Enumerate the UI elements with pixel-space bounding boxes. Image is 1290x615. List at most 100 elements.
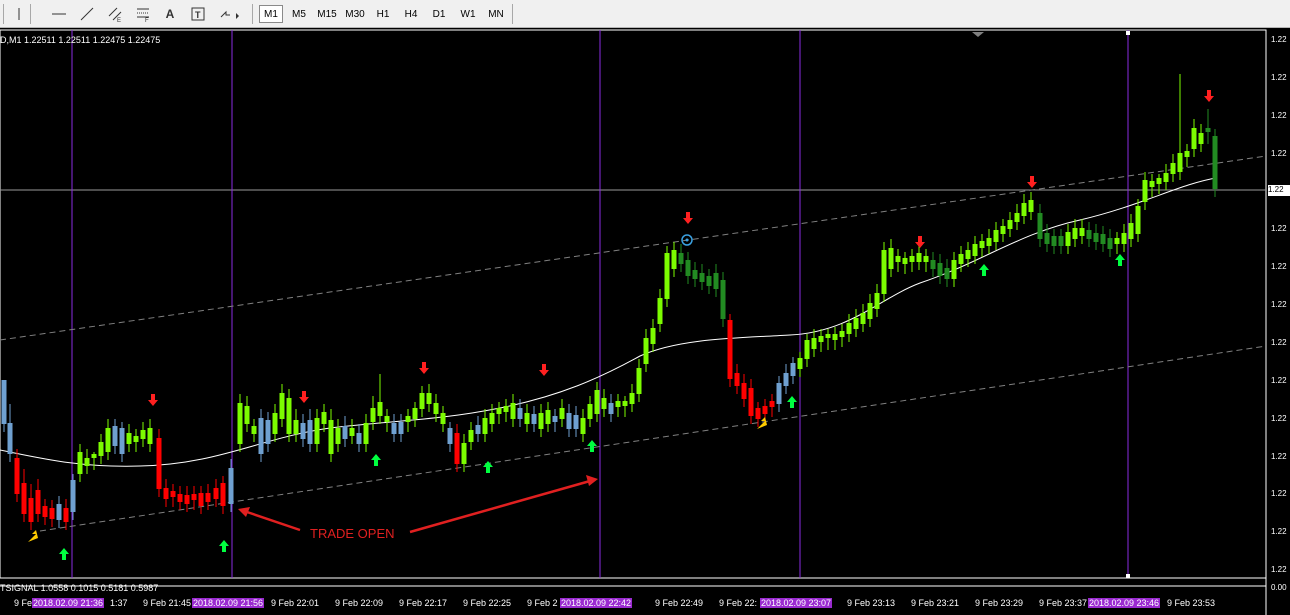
candle-body bbox=[468, 430, 474, 442]
candle-body bbox=[825, 334, 831, 338]
candle-body bbox=[699, 273, 705, 282]
text-icon[interactable]: A bbox=[160, 3, 180, 25]
candle-body bbox=[622, 401, 628, 406]
candle-body bbox=[328, 420, 334, 454]
candle-body bbox=[191, 494, 197, 500]
price-chart[interactable]: D,M1 1.22511 1.22511 1.22475 1.22475 TSI… bbox=[0, 28, 1290, 615]
sell-arrow-icon bbox=[148, 394, 158, 406]
time-label: 1:37 bbox=[110, 598, 128, 608]
candle-body bbox=[979, 241, 985, 248]
candle-body bbox=[91, 454, 97, 458]
toolbar-separator bbox=[30, 4, 31, 24]
candle-body bbox=[49, 508, 55, 519]
candle-body bbox=[1170, 163, 1176, 174]
candle-body bbox=[713, 273, 719, 289]
candle-body bbox=[664, 253, 670, 299]
candle-body bbox=[126, 433, 132, 444]
buy-arrow-icon bbox=[1115, 254, 1125, 266]
fibonacci-icon[interactable]: F bbox=[132, 3, 154, 25]
candle-body bbox=[692, 270, 698, 279]
sell-arrow-icon bbox=[539, 364, 549, 376]
timeframe-m1-button[interactable]: M1 bbox=[259, 5, 283, 23]
candle-body bbox=[293, 420, 299, 434]
candle-body bbox=[965, 250, 971, 259]
price-label: 1.22 bbox=[1271, 338, 1287, 347]
svg-text:F: F bbox=[145, 18, 149, 22]
candle-body bbox=[832, 334, 838, 340]
candle-body bbox=[678, 253, 684, 264]
candle-body bbox=[930, 260, 936, 269]
candle-body bbox=[1135, 206, 1141, 234]
candle-body bbox=[643, 338, 649, 364]
timeframe-m5-button[interactable]: M5 bbox=[287, 5, 311, 23]
timeframe-h4-button[interactable]: H4 bbox=[399, 5, 423, 23]
svg-text:T: T bbox=[195, 10, 201, 20]
candle-body bbox=[888, 248, 894, 269]
equidistant-channel-icon[interactable]: E bbox=[104, 3, 126, 25]
horizontal-line-icon[interactable] bbox=[48, 3, 70, 25]
candle-body bbox=[454, 433, 460, 464]
candle-body bbox=[133, 436, 139, 442]
time-label: 9 Feb 22:49 bbox=[655, 598, 704, 608]
candle-body bbox=[279, 393, 285, 419]
timeframe-m30-button[interactable]: M30 bbox=[342, 5, 368, 23]
chart-canvas[interactable] bbox=[0, 28, 1290, 615]
candle-body bbox=[1100, 234, 1106, 244]
candle-body bbox=[1191, 128, 1197, 149]
time-label: 9 Feb 22:09 bbox=[335, 598, 384, 608]
candle-body bbox=[1121, 233, 1127, 244]
candle-body bbox=[370, 408, 376, 422]
vertical-line-handle bbox=[1126, 574, 1130, 578]
candle-body bbox=[1149, 181, 1155, 187]
candle-body bbox=[77, 452, 83, 474]
timeframe-d1-button[interactable]: D1 bbox=[427, 5, 451, 23]
candle-body bbox=[552, 416, 558, 422]
candle-body bbox=[531, 414, 537, 424]
candle-body bbox=[734, 373, 740, 386]
candle-body bbox=[14, 458, 20, 494]
candle-body bbox=[184, 495, 190, 504]
candle-body bbox=[846, 323, 852, 334]
candle-body bbox=[496, 408, 502, 414]
svg-text:E: E bbox=[117, 18, 121, 22]
arrows-icon[interactable] bbox=[216, 3, 244, 25]
candle-body bbox=[237, 403, 243, 444]
sell-arrow-icon bbox=[683, 212, 693, 224]
candle-body bbox=[321, 412, 327, 424]
candle-body bbox=[559, 408, 565, 419]
candle-body bbox=[475, 425, 481, 434]
time-label: 9 Feb 22:17 bbox=[399, 598, 448, 608]
candle-body bbox=[727, 320, 733, 379]
price-label: 1.22 bbox=[1271, 489, 1287, 498]
candle-body bbox=[272, 413, 278, 434]
price-label: 1.22 bbox=[1271, 35, 1287, 44]
candle-body bbox=[156, 438, 162, 489]
candle-body bbox=[228, 468, 234, 504]
candle-body bbox=[363, 423, 369, 444]
price-label: 1.22 bbox=[1271, 262, 1287, 271]
timeframe-w1-button[interactable]: W1 bbox=[455, 5, 481, 23]
candle-body bbox=[881, 250, 887, 294]
candle-body bbox=[720, 280, 726, 319]
candle-body bbox=[895, 256, 901, 262]
candle-body bbox=[251, 426, 257, 434]
timeframe-mn-button[interactable]: MN bbox=[483, 5, 509, 23]
candle-body bbox=[265, 420, 271, 444]
candle-body bbox=[986, 238, 992, 246]
candle-body bbox=[198, 493, 204, 506]
candle-body bbox=[1177, 153, 1183, 172]
text-label-icon[interactable]: T bbox=[187, 3, 209, 25]
time-label: 9 Feb 23:37 bbox=[1039, 598, 1088, 608]
timeframe-h1-button[interactable]: H1 bbox=[371, 5, 395, 23]
candle-body bbox=[860, 313, 866, 324]
trendline-icon[interactable] bbox=[76, 3, 98, 25]
candle-body bbox=[755, 408, 761, 419]
price-label: 1.22 bbox=[1271, 300, 1287, 309]
vertical-line-label: 2018.02.09 21:36 bbox=[32, 598, 105, 608]
candle-body bbox=[1000, 226, 1006, 234]
candle-body bbox=[1014, 213, 1020, 222]
cursor-icon[interactable] bbox=[10, 3, 28, 25]
timeframe-m15-button[interactable]: M15 bbox=[314, 5, 340, 23]
candle-body bbox=[741, 383, 747, 399]
candle-body bbox=[545, 410, 551, 424]
